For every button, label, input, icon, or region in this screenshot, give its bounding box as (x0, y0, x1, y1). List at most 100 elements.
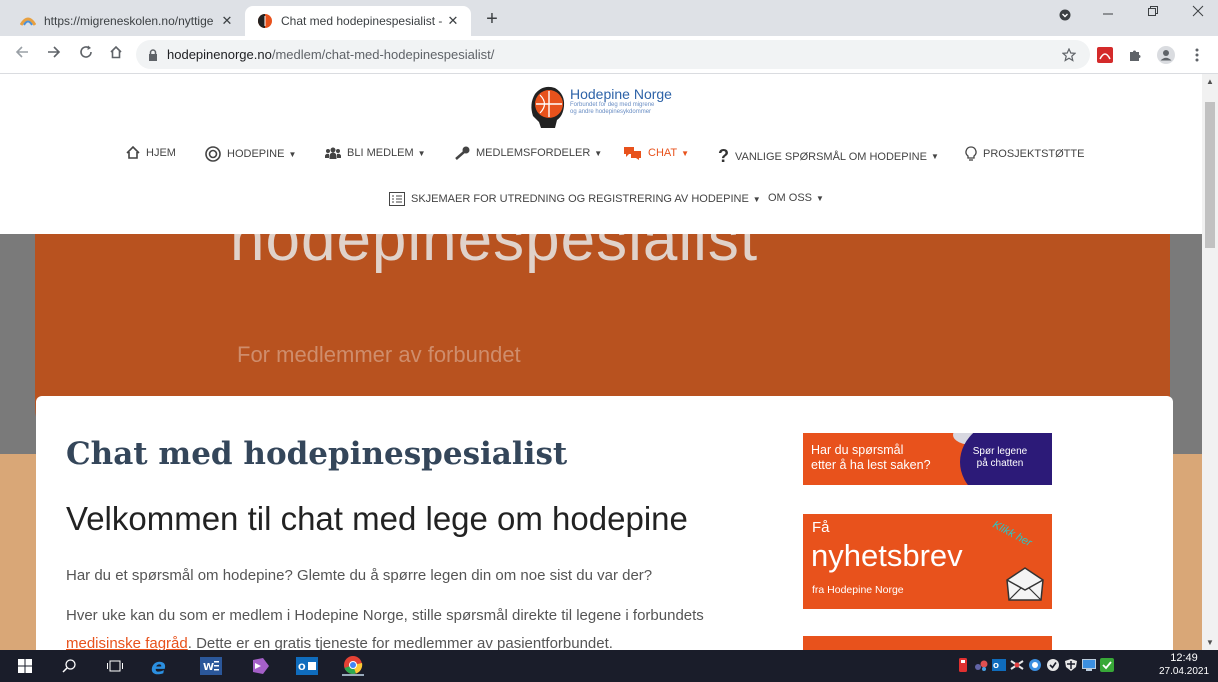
page-scrollbar[interactable]: ▲ ▼ (1202, 74, 1218, 650)
chevron-down-icon: ▼ (594, 148, 603, 158)
svg-text:e: e (151, 656, 166, 676)
menu-label: CHAT (648, 147, 678, 159)
word-icon[interactable]: W (200, 656, 222, 676)
minimize-icon[interactable] (1093, 4, 1123, 21)
menu-item-hodepine[interactable]: HODEPINE ▼ (205, 146, 296, 162)
newsletter-banner[interactable]: Få nyhetsbrev fra Hodepine Norge Klikk h… (803, 514, 1052, 609)
profile-menu-icon[interactable] (1050, 8, 1080, 25)
site-logo[interactable]: Hodepine Norge Forbundet for deg med mig… (527, 82, 672, 128)
browser-menu-icon[interactable] (1188, 46, 1206, 64)
update-tray-icon[interactable] (1100, 658, 1114, 672)
reload-icon[interactable] (76, 45, 96, 64)
extensions-puzzle-icon[interactable] (1126, 46, 1144, 64)
home-icon[interactable] (106, 45, 126, 64)
menu-item-medlemsfordeler[interactable]: MEDLEMSFORDELER ▼ (454, 146, 602, 160)
banner-fa: Få (812, 519, 830, 536)
forward-icon[interactable] (44, 45, 64, 64)
restore-icon[interactable] (1138, 4, 1168, 21)
visual-studio-icon[interactable] (250, 656, 272, 676)
outlook-icon[interactable]: O (296, 656, 318, 676)
tab-close-icon[interactable]: ✕ (445, 13, 461, 29)
chrome-icon[interactable] (342, 656, 364, 676)
menu-item-vanlige-sporsmal[interactable]: ? VANLIGE SPØRSMÅL OM HODEPINE ▼ (718, 146, 939, 167)
paragraph-text: . Dette er en gratis tjeneste for medlem… (187, 635, 613, 650)
new-tab-button[interactable]: + (480, 8, 504, 31)
banner-nyhetsbrev: nyhetsbrev (811, 538, 963, 573)
form-list-icon (389, 192, 405, 206)
sidebar-banner-3[interactable] (803, 636, 1052, 650)
banner-line: Spør legene (972, 446, 1028, 457)
security-tray-icon[interactable] (1046, 658, 1060, 672)
task-view-icon[interactable] (104, 656, 126, 676)
windows-start-icon[interactable] (14, 656, 36, 676)
bookmark-star-icon[interactable] (1060, 46, 1078, 64)
svg-text:W: W (203, 662, 214, 673)
chevron-down-icon: ▼ (816, 193, 824, 203)
scroll-down-icon[interactable]: ▼ (1206, 638, 1214, 647)
svg-text:O: O (993, 662, 999, 670)
url-domain: hodepinenorge.no (167, 47, 272, 62)
logo-name: Hodepine Norge (570, 86, 672, 102)
teams-icon[interactable] (974, 658, 988, 672)
chevron-down-icon: ▼ (930, 152, 939, 161)
chat-bubbles-icon (624, 146, 642, 160)
banner-text: Har du spørsmål etter å ha lest saken? (811, 443, 931, 473)
page-heading: Velkommen til chat med lege om hodepine (66, 500, 688, 537)
menu-item-skjemaer[interactable]: SKJEMAER FOR UTREDNING OG REGISTRERING A… (389, 192, 761, 206)
search-icon[interactable] (58, 656, 80, 676)
menu-label: VANLIGE SPØRSMÅL OM HODEPINE (735, 150, 927, 163)
pdf-extension-icon[interactable] (1096, 46, 1114, 64)
profile-avatar-icon[interactable] (1157, 46, 1175, 64)
tab-chat-med-hodepinespesialist[interactable]: Chat med hodepinespesialist - H ✕ (245, 6, 471, 36)
main-menu-row-1: HJEM HODEPINE ▼ BLI MEDLEM ▼ MEDLEMSFORDEL… (0, 146, 1202, 166)
users-icon (325, 146, 341, 160)
menu-item-chat[interactable]: CHAT ▼ (624, 146, 689, 160)
question-mark-icon: ? (718, 146, 729, 166)
menu-item-hjem[interactable]: HJEM (126, 146, 176, 159)
scroll-up-icon[interactable]: ▲ (1206, 77, 1214, 86)
clock-time: 12:49 (1170, 652, 1198, 664)
show-hidden-icons[interactable] (1124, 658, 1152, 672)
shield-tray-icon[interactable] (1064, 658, 1078, 672)
hero-subtitle: For medlemmer av forbundet (237, 342, 521, 367)
menu-label: SKJEMAER FOR UTREDNING OG REGISTRERING A… (411, 193, 749, 205)
back-icon[interactable] (12, 45, 32, 64)
edge-browser-icon[interactable]: e (150, 656, 172, 676)
main-menu-row-2: SKJEMAER FOR UTREDNING OG REGISTRERING A… (0, 192, 1202, 212)
url-path: /medlem/chat-med-hodepinespesialist/ (271, 47, 495, 62)
lock-icon (148, 48, 158, 61)
menu-item-om-oss[interactable]: OM OSS ▼ (768, 192, 824, 204)
tab-close-icon[interactable]: ✕ (219, 13, 235, 29)
close-window-icon[interactable] (1183, 4, 1213, 21)
hero-title: hodepinespesialist (230, 234, 759, 274)
page-title: Chat med hodepinespesialist (66, 436, 568, 472)
usb-drive-icon[interactable] (956, 658, 970, 672)
banner-from: fra Hodepine Norge (812, 584, 904, 596)
outlook-tray-icon[interactable]: O (992, 658, 1006, 672)
chevron-down-icon: ▼ (681, 148, 690, 158)
chevron-down-icon: ▼ (417, 148, 426, 158)
body-paragraph-continued: medisinske fagråd. Dette er en gratis tj… (66, 635, 613, 650)
tab-title: Chat med hodepinespesialist - H (281, 14, 445, 28)
tab-migreneskolen[interactable]: https://migreneskolen.no/nyttige ✕ (8, 6, 245, 36)
display-tray-icon[interactable] (1082, 658, 1096, 672)
menu-item-bli-medlem[interactable]: BLI MEDLEM ▼ (325, 146, 426, 160)
menu-label: BLI MEDLEM (347, 147, 414, 159)
sync-tray-icon[interactable] (1028, 658, 1042, 672)
network-tray-icon[interactable] (1010, 658, 1024, 672)
banner-klikk-her: Klikk her (990, 518, 1034, 550)
web-page: Hodepine Norge Forbundet for deg med mig… (0, 74, 1202, 650)
browser-toolbar: hodepinenorge.no/medlem/chat-med-hodepin… (0, 36, 1218, 74)
menu-item-prosjektstotte[interactable]: PROSJEKTSTØTTE (965, 146, 1084, 162)
banner-line: Har du spørsmål (811, 443, 904, 457)
fagrad-link[interactable]: medisinske fagråd (66, 635, 188, 650)
chat-promo-banner[interactable]: Har du spørsmål etter å ha lest saken? S… (803, 433, 1052, 485)
intro-paragraph: Har du et spørsmål om hodepine? Glemte d… (66, 567, 653, 584)
scrollbar-thumb[interactable] (1205, 102, 1215, 248)
banner-line: etter å ha lest saken? (811, 458, 931, 472)
system-clock[interactable]: 12:49 27.04.2021 (1158, 652, 1210, 678)
menu-label: HODEPINE (227, 148, 285, 160)
address-bar[interactable]: hodepinenorge.no/medlem/chat-med-hodepin… (136, 40, 1090, 69)
chevron-down-icon: ▼ (752, 194, 761, 204)
lightbulb-icon (965, 146, 977, 162)
